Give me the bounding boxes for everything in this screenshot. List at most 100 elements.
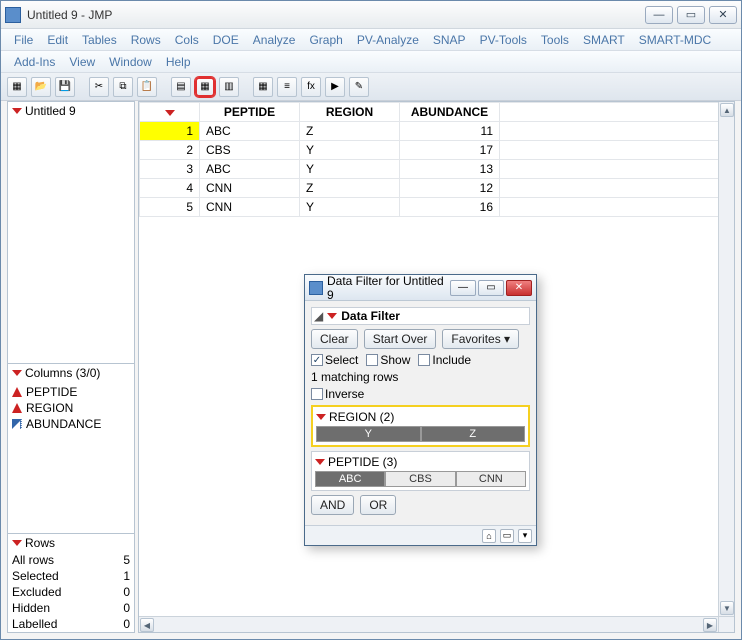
filter-heading-label: Data Filter bbox=[341, 309, 400, 323]
menu-tables[interactable]: Tables bbox=[75, 31, 124, 49]
home-icon[interactable]: ⌂ bbox=[482, 529, 496, 543]
menu-smart[interactable]: SMART bbox=[576, 31, 632, 49]
inverse-checkbox[interactable] bbox=[311, 388, 323, 400]
toolbar-copy-icon[interactable]: ⧉ bbox=[113, 77, 133, 97]
menu-addins[interactable]: Add-Ins bbox=[7, 53, 62, 71]
include-checkbox[interactable] bbox=[418, 354, 430, 366]
favorites-button[interactable]: Favorites ▾ bbox=[442, 329, 519, 349]
dropdown-icon[interactable]: ▾ bbox=[518, 529, 532, 543]
data-row[interactable]: 4CNNZ12 bbox=[140, 179, 734, 198]
grid-corner[interactable] bbox=[140, 103, 200, 122]
data-row[interactable]: 5CNNY16 bbox=[140, 198, 734, 217]
region-filter-label: REGION (2) bbox=[329, 410, 394, 424]
menu-rows[interactable]: Rows bbox=[124, 31, 168, 49]
maximize-button[interactable]: ▭ bbox=[677, 6, 705, 24]
column-item-abundance[interactable]: ABUNDANCE bbox=[12, 416, 130, 432]
menu-window[interactable]: Window bbox=[102, 53, 159, 71]
select-checkbox[interactable]: ✓ bbox=[311, 354, 323, 366]
disclosure-icon bbox=[316, 414, 326, 420]
toolbar-btn-d-icon[interactable]: ▦ bbox=[253, 77, 273, 97]
rows-panel-header[interactable]: Rows bbox=[8, 534, 134, 552]
column-item-peptide[interactable]: PEPTIDE bbox=[12, 384, 130, 400]
close-button[interactable]: ✕ bbox=[709, 6, 737, 24]
menu-file[interactable]: File bbox=[7, 31, 40, 49]
menu-graph[interactable]: Graph bbox=[302, 31, 349, 49]
start-over-button[interactable]: Start Over bbox=[364, 329, 437, 349]
dialog-statusbar: ⌂ ▭ ▾ bbox=[305, 525, 536, 545]
vertical-scrollbar[interactable]: ▲▼ bbox=[718, 102, 734, 616]
col-header-abundance[interactable]: ABUNDANCE bbox=[400, 103, 500, 122]
column-item-region[interactable]: REGION bbox=[12, 400, 130, 416]
menu-edit[interactable]: Edit bbox=[40, 31, 75, 49]
dialog-close-button[interactable]: ✕ bbox=[506, 280, 532, 296]
menu-snap[interactable]: SNAP bbox=[426, 31, 473, 49]
disclosure-icon bbox=[165, 110, 175, 116]
toolbar-btn-g-icon[interactable]: ▶ bbox=[325, 77, 345, 97]
menu-pvanalyze[interactable]: PV-Analyze bbox=[350, 31, 426, 49]
nominal-icon bbox=[12, 387, 22, 397]
dialog-minimize-button[interactable]: — bbox=[450, 280, 476, 296]
columns-panel-header[interactable]: Columns (3/0) bbox=[8, 364, 134, 382]
data-filter-dialog: Data Filter for Untitled 9 — ▭ ✕ ◢ Data … bbox=[304, 274, 537, 546]
toolbar-paste-icon[interactable]: 📋 bbox=[137, 77, 157, 97]
toolbar-new-icon[interactable]: ▦ bbox=[7, 77, 27, 97]
peptide-option-abc[interactable]: ABC bbox=[315, 471, 385, 487]
disclosure-icon bbox=[12, 540, 22, 546]
menu-tools[interactable]: Tools bbox=[534, 31, 576, 49]
menubar-2: Add-Ins View Window Help bbox=[1, 51, 741, 73]
clear-button[interactable]: Clear bbox=[311, 329, 358, 349]
rowstat-hidden: Hidden0 bbox=[8, 600, 134, 616]
toolbar-btn-f-icon[interactable]: fx bbox=[301, 77, 321, 97]
col-header-region[interactable]: REGION bbox=[300, 103, 400, 122]
disclosure-icon bbox=[327, 313, 337, 319]
peptide-option-cbs[interactable]: CBS bbox=[385, 471, 455, 487]
toolbar-btn-h-icon[interactable]: ✎ bbox=[349, 77, 369, 97]
col-header-peptide[interactable]: PEPTIDE bbox=[200, 103, 300, 122]
horizontal-scrollbar[interactable]: ◀▶ bbox=[139, 616, 718, 632]
minimize-button[interactable]: — bbox=[645, 6, 673, 24]
menu-smartmdc[interactable]: SMART-MDC bbox=[632, 31, 718, 49]
toolbar-data-filter-icon[interactable]: ▦ bbox=[195, 77, 215, 97]
table-panel-header[interactable]: Untitled 9 bbox=[8, 102, 134, 120]
data-row[interactable]: 3ABCY13 bbox=[140, 160, 734, 179]
scroll-right-icon[interactable]: ▶ bbox=[703, 618, 717, 632]
filter-heading[interactable]: ◢ Data Filter bbox=[311, 307, 530, 325]
panel-icon[interactable]: ▭ bbox=[500, 529, 514, 543]
dialog-maximize-button[interactable]: ▭ bbox=[478, 280, 504, 296]
menu-view[interactable]: View bbox=[62, 53, 102, 71]
toolbar-open-icon[interactable]: 📂 bbox=[31, 77, 51, 97]
toolbar-btn-a-icon[interactable]: ▤ bbox=[171, 77, 191, 97]
window-title: Untitled 9 - JMP bbox=[27, 8, 641, 22]
or-button[interactable]: OR bbox=[360, 495, 396, 515]
region-option-z[interactable]: Z bbox=[421, 426, 526, 442]
menu-cols[interactable]: Cols bbox=[168, 31, 206, 49]
table-name: Untitled 9 bbox=[25, 104, 76, 118]
toolbar-cut-icon[interactable]: ✂ bbox=[89, 77, 109, 97]
menu-help[interactable]: Help bbox=[159, 53, 198, 71]
menu-pvtools[interactable]: PV-Tools bbox=[473, 31, 534, 49]
data-row[interactable]: 2CBSY17 bbox=[140, 141, 734, 160]
toolbar-btn-e-icon[interactable]: ≡ bbox=[277, 77, 297, 97]
menu-doe[interactable]: DOE bbox=[206, 31, 246, 49]
show-checkbox[interactable] bbox=[366, 354, 378, 366]
dialog-titlebar[interactable]: Data Filter for Untitled 9 — ▭ ✕ bbox=[305, 275, 536, 301]
and-button[interactable]: AND bbox=[311, 495, 354, 515]
peptide-option-cnn[interactable]: CNN bbox=[456, 471, 526, 487]
inverse-label: Inverse bbox=[325, 387, 364, 401]
rowstat-labelled: Labelled0 bbox=[8, 616, 134, 632]
titlebar: Untitled 9 - JMP — ▭ ✕ bbox=[1, 1, 741, 29]
scroll-left-icon[interactable]: ◀ bbox=[140, 618, 154, 632]
dialog-icon bbox=[309, 281, 323, 295]
toolbar-save-icon[interactable]: 💾 bbox=[55, 77, 75, 97]
outline-arrow-icon: ◢ bbox=[314, 309, 323, 323]
app-window: Untitled 9 - JMP — ▭ ✕ File Edit Tables … bbox=[0, 0, 742, 640]
region-option-y[interactable]: Y bbox=[316, 426, 421, 442]
peptide-filter-label: PEPTIDE (3) bbox=[328, 455, 397, 469]
toolbar-btn-c-icon[interactable]: ▥ bbox=[219, 77, 239, 97]
toolbar: ▦ 📂 💾 ✂ ⧉ 📋 ▤ ▦ ▥ ▦ ≡ fx ▶ ✎ bbox=[1, 73, 741, 101]
data-row[interactable]: 1ABCZ11 bbox=[140, 122, 734, 141]
nominal-icon bbox=[12, 403, 22, 413]
menu-analyze[interactable]: Analyze bbox=[246, 31, 303, 49]
scroll-up-icon[interactable]: ▲ bbox=[720, 103, 734, 117]
scroll-down-icon[interactable]: ▼ bbox=[720, 601, 734, 615]
